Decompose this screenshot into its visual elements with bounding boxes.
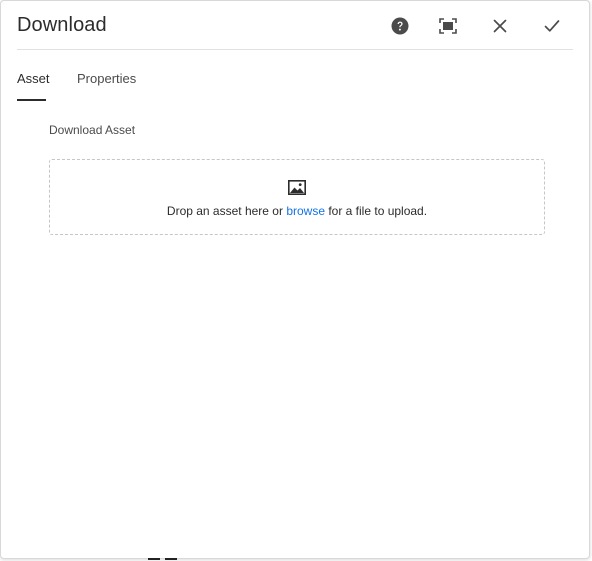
dropzone-text: Drop an asset here or browse for a file …	[50, 204, 544, 218]
download-dialog: Download Asset Properties Download Asset…	[0, 0, 590, 559]
done-button[interactable]	[541, 15, 563, 37]
tab-asset[interactable]: Asset	[17, 71, 50, 101]
close-button[interactable]	[489, 15, 511, 37]
help-button[interactable]	[389, 15, 411, 37]
fullscreen-button[interactable]	[437, 15, 459, 37]
tab-properties[interactable]: Properties	[77, 71, 136, 101]
image-icon	[288, 180, 306, 195]
asset-dropzone[interactable]: Drop an asset here or browse for a file …	[49, 159, 545, 235]
browse-link[interactable]: browse	[286, 204, 325, 218]
download-asset-label: Download Asset	[49, 123, 136, 137]
dialog-title: Download	[17, 14, 107, 36]
close-icon	[493, 19, 507, 33]
dropzone-text-before: Drop an asset here or	[166, 204, 287, 218]
tab-selected-indicator	[17, 99, 46, 101]
checkmark-icon	[544, 20, 560, 32]
dropzone-text-after: for a file to upload.	[325, 204, 428, 218]
dialog-header: Download	[17, 1, 573, 50]
fullscreen-icon	[439, 18, 457, 34]
help-icon	[391, 17, 409, 35]
